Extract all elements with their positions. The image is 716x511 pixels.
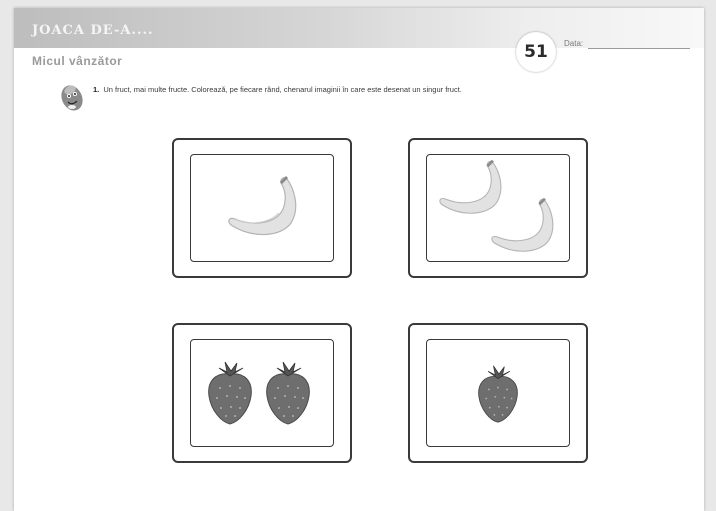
inner-frame (426, 154, 570, 262)
inner-frame (190, 339, 334, 447)
date-input-line[interactable] (588, 48, 690, 49)
inner-frame (426, 339, 570, 447)
page-subtitle: Micul vânzător (32, 54, 123, 68)
strawberry-icon (266, 361, 310, 425)
image-frame-one-banana[interactable] (172, 138, 352, 278)
image-frame-one-strawberry[interactable] (408, 323, 588, 463)
worksheet-page: JOACA DE-A.... Micul vânzător 51 Data: 1… (14, 8, 704, 511)
strawberry-icon (208, 361, 252, 425)
banana-icon (491, 197, 554, 252)
page-title: JOACA DE-A.... (32, 23, 154, 38)
image-frame-two-strawberries[interactable] (172, 323, 352, 463)
inner-frame (190, 154, 334, 262)
image-frame-two-bananas[interactable] (408, 138, 588, 278)
strawberry-icon (478, 365, 518, 423)
date-label: Data: (564, 39, 584, 48)
exercise-text: Un fruct, mai multe fructe. Colorează, p… (103, 85, 462, 94)
page-number-badge: 51 (516, 32, 556, 72)
banana-icon (228, 175, 297, 236)
exercise-instruction: 1. Un fruct, mai multe fructe. Colorează… (93, 85, 693, 94)
exercise-number: 1. (93, 85, 100, 94)
pencil-eraser-icon (61, 85, 83, 111)
